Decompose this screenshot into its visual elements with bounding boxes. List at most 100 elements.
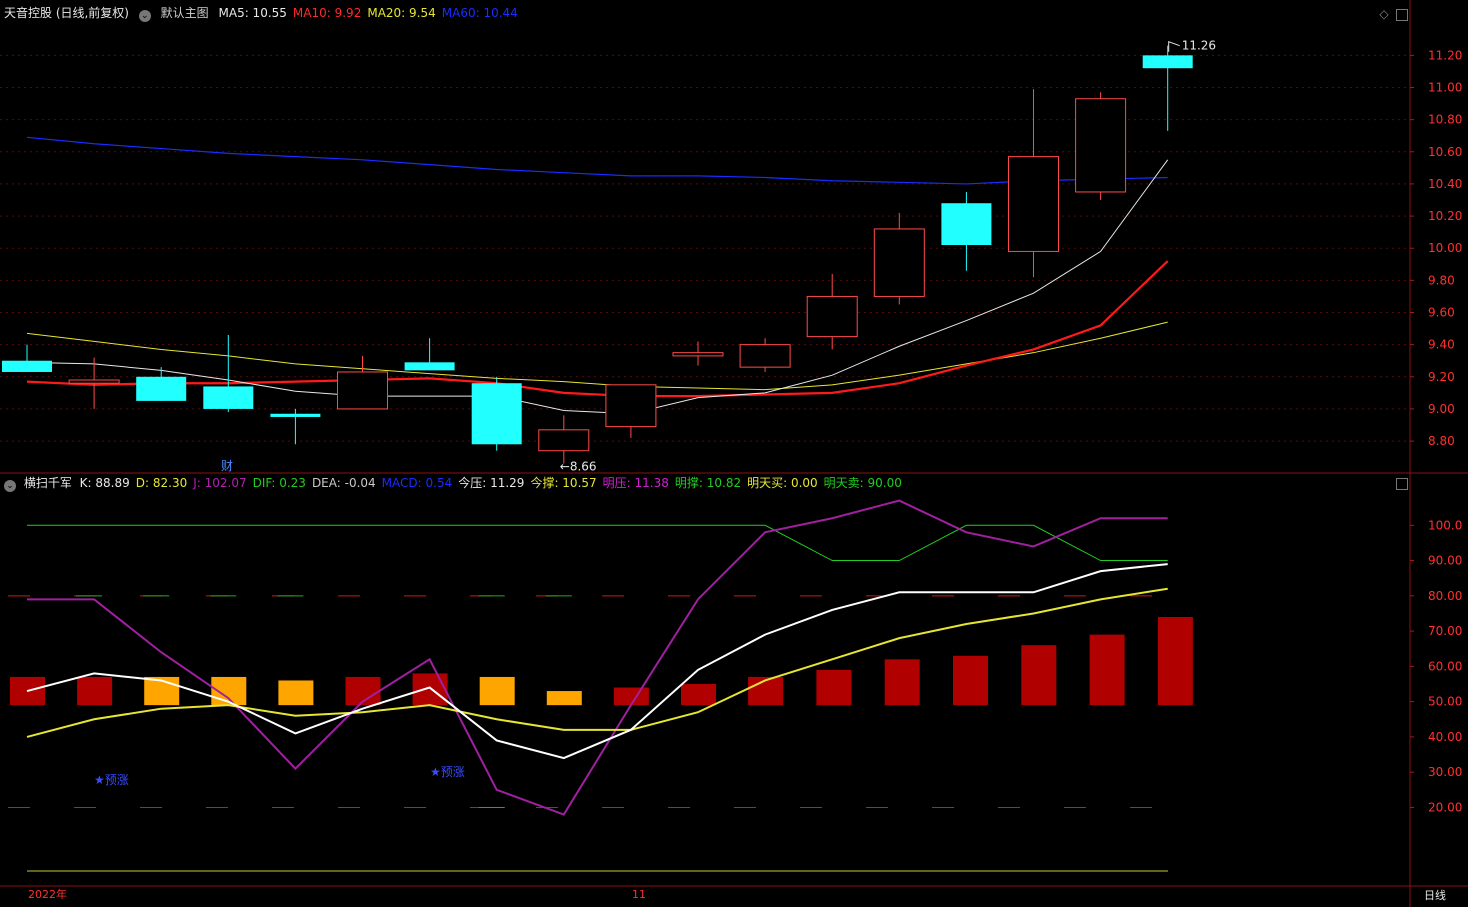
candle-body: [941, 203, 992, 245]
price-tick-label: 10.60: [1428, 145, 1462, 159]
candle-body: [270, 413, 321, 417]
indicator-bar: [884, 659, 920, 706]
chevron-down-icon[interactable]: ⌄: [138, 10, 151, 22]
price-tick-label: 10.80: [1428, 113, 1462, 127]
forecast-marker: ★预涨: [94, 772, 129, 787]
price-axis: 8.80 9.00 9.20 9.40 9.60 9.80 10.00 10.20 10.40 1…: [1410, 48, 1462, 814]
indicator-value: 今压: 11.29: [458, 476, 525, 490]
indicator-value: 今撑: 10.57: [530, 476, 597, 490]
indicator-tick-label: 100.0: [1428, 518, 1462, 532]
price-tick-label: 11.00: [1428, 81, 1462, 95]
window-icon[interactable]: [1396, 9, 1408, 21]
price-tick-label: 9.80: [1428, 273, 1455, 287]
candle-body: [672, 352, 724, 357]
ma20-line: [26, 321, 1168, 391]
candle-body: [2, 360, 52, 372]
indicator-bar: [816, 669, 852, 706]
stock-name[interactable]: 天音控股 (日线,前复权): [4, 6, 129, 20]
candlestick-chart[interactable]: ←8.66 11.26 财: [2, 39, 1216, 474]
finance-marker: 财: [221, 459, 233, 473]
indicator-tick-label: 30.00: [1428, 765, 1462, 779]
high-annotation: 11.26: [1182, 39, 1216, 53]
indicator-panel-grid: [8, 595, 1188, 872]
month-label: 11: [632, 888, 646, 901]
indicator-value: 明天买: 0.00: [747, 476, 818, 490]
candle-body: [203, 386, 254, 409]
indicator-value: K: 88.89: [79, 476, 130, 490]
indicator-values: K: 88.89 D: 82.30 J: 102.07 DIF: 0.23 DEA: -…: [80, 476, 908, 490]
indicator-bar: [278, 680, 314, 706]
main-header: 天音控股 (日线,前复权) ⌄ 默认主图 MA5: 10.55 MA10: 9.9…: [4, 4, 530, 22]
indicator-bar: [77, 676, 113, 706]
low-annotation: ←8.66: [560, 460, 597, 474]
price-tick-label: 10.00: [1428, 241, 1462, 255]
candle-body: [1008, 156, 1059, 252]
candle-body: [873, 228, 925, 297]
indicator-tick-label: 70.00: [1428, 624, 1462, 638]
indicator-value: 明撑: 10.82: [674, 476, 742, 490]
indicator-bar: [681, 684, 716, 706]
price-tick-label: 8.80: [1428, 434, 1455, 448]
indicator-value: J: 102.07: [193, 476, 247, 490]
indicator-name[interactable]: 横扫千军: [24, 476, 72, 490]
indicator-tick-label: 90.00: [1428, 554, 1462, 568]
price-tick-label: 10.40: [1428, 177, 1462, 191]
indicator-tick-label: 80.00: [1428, 589, 1462, 603]
indicator-tick-label: 20.00: [1428, 800, 1462, 814]
ma5-line: [26, 159, 1169, 415]
indicator-tick-label: 60.00: [1428, 659, 1462, 673]
ma-legend-item: MA60: 10.44: [441, 6, 518, 20]
candle-body: [337, 371, 388, 410]
indicator-chart[interactable]: ★预涨 ★预涨: [10, 499, 1193, 816]
j-line: [27, 499, 1168, 816]
indicator-value: DEA: -0.04: [311, 476, 376, 490]
indicator-bar: [1157, 616, 1193, 706]
candle-body: [68, 379, 120, 384]
year-label: 2022年: [28, 888, 67, 901]
diamond-icon[interactable]: ◇: [1378, 8, 1390, 20]
indicator-bar: [953, 655, 988, 706]
indicator-value: 明天卖: 90.00: [823, 476, 902, 490]
ma-legend-item: MA20: 9.54: [367, 6, 436, 20]
ma-legend: MA5: 10.55 MA10: 9.92 MA20: 9.54 MA60: 10.4…: [219, 6, 524, 20]
green-signal-line: [27, 524, 1168, 562]
price-tick-label: 9.60: [1428, 306, 1455, 320]
ma-legend-item: MA10: 9.92: [292, 6, 362, 20]
chevron-down-icon[interactable]: ⌄: [4, 480, 16, 492]
candle-body: [136, 376, 187, 401]
price-tick-label: 9.40: [1428, 338, 1455, 352]
ma60-line: [26, 136, 1168, 185]
window-icon[interactable]: [1396, 478, 1408, 490]
chart-stage: ←8.66 11.26 财 ★预涨 ★预涨 8.80 9.00 9.20 9.40 9.60 9…: [0, 0, 1468, 907]
candle-body: [538, 429, 590, 452]
indicator-header: ⌄ 横扫千军 K: 88.89 D: 82.30 J: 102.07 DIF: 0.2…: [4, 474, 914, 492]
high-pointer: [1168, 41, 1180, 52]
panel-frame: [0, 0, 1468, 907]
indicator-value: D: 82.30: [135, 476, 188, 490]
indicator-bar: [479, 676, 515, 706]
candle-body: [739, 344, 791, 368]
main-chart-label[interactable]: 默认主图: [161, 6, 209, 20]
indicator-bar: [1089, 634, 1125, 706]
price-tick-label: 9.20: [1428, 370, 1455, 384]
d-line: [26, 587, 1168, 738]
price-tick-label: 10.20: [1428, 209, 1462, 223]
indicator-value: DIF: 0.23: [252, 476, 306, 490]
period-label[interactable]: 日线: [1424, 889, 1446, 903]
indicator-bar: [546, 691, 582, 706]
candle-body: [471, 383, 522, 445]
ma-legend-item: MA5: 10.55: [218, 6, 287, 20]
forecast-marker: ★预涨: [430, 764, 465, 779]
indicator-bar: [412, 673, 448, 706]
candle-body: [806, 295, 858, 338]
indicator-tick-label: 40.00: [1428, 730, 1462, 744]
candle-body: [1075, 98, 1127, 193]
candle-body: [605, 384, 657, 428]
indicator-bar: [1021, 645, 1057, 706]
indicator-value: 明压: 11.38: [602, 476, 669, 490]
price-tick-label: 11.20: [1428, 48, 1462, 62]
price-tick-label: 9.00: [1428, 402, 1455, 416]
indicator-tick-label: 50.00: [1428, 695, 1462, 709]
indicator-value: MACD: 0.54: [381, 476, 453, 490]
candle-body: [1142, 55, 1193, 69]
